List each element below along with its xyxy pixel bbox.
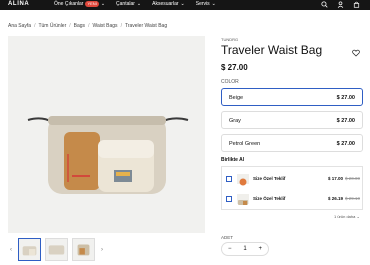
thumbnail-1[interactable] — [18, 238, 41, 261]
breadcrumb-separator: / — [120, 23, 122, 29]
chevron-down-icon: ⌄ — [180, 1, 185, 7]
nav-item-featured[interactable]: Öne Çıkanlar YENİ ⌄ — [54, 1, 105, 7]
thumbnail-bag-image — [22, 246, 37, 256]
breadcrumb-separator: / — [34, 23, 36, 29]
quantity-value[interactable]: 1 — [243, 246, 246, 252]
color-option-petrol-green[interactable]: Petrol Green $ 27.00 — [221, 134, 363, 152]
nav-item-label: Servis — [195, 1, 210, 7]
user-icon[interactable] — [337, 1, 344, 8]
breadcrumb: Ana Sayfa / Tüm Ürünler / Bags / Waist Bags… — [8, 23, 167, 29]
breadcrumb-waist-bags[interactable]: Waist Bags — [92, 23, 117, 29]
breadcrumb-bags[interactable]: Bags — [74, 23, 85, 29]
thumbnail-3[interactable] — [72, 238, 95, 261]
color-option-gray[interactable]: Gray $ 27.00 — [221, 111, 363, 129]
product-title: Traveler Waist Bag — [221, 43, 323, 57]
header-icons — [321, 1, 360, 8]
product-brand[interactable]: TUNDRG — [221, 37, 238, 42]
product-price: $ 27.00 — [221, 63, 248, 72]
bundle-item-price: $ 17.00 — [328, 176, 344, 181]
quantity-stepper: − 1 + — [221, 242, 269, 256]
bundle-item-image — [237, 174, 249, 186]
bundle-row: Size Özel Teklif $ 26.19 $ 29.10 — [222, 189, 364, 209]
quantity-plus-button[interactable]: + — [259, 246, 263, 252]
search-icon[interactable] — [321, 1, 328, 8]
color-option-name: Petrol Green — [229, 141, 261, 147]
bundle-checkbox[interactable] — [226, 176, 232, 182]
top-navigation-bar: ALİNA Öne Çıkanlar YENİ ⌄ Çantalar ⌄ Aks… — [0, 0, 370, 10]
breadcrumb-separator: / — [88, 23, 90, 29]
bundle-item-image — [237, 194, 249, 205]
show-more-link[interactable]: 1 ürün daha ⌄ — [334, 214, 360, 219]
nav-item-label: Aksesuarlar — [152, 1, 179, 7]
chevron-down-icon: ⌄ — [100, 1, 106, 7]
color-option-beige[interactable]: Beige $ 27.00 — [221, 88, 363, 106]
logo[interactable]: ALİNA — [8, 1, 29, 7]
heart-icon[interactable] — [352, 44, 360, 57]
color-option-name: Beige — [229, 95, 244, 101]
nav-item-label: Çantalar — [116, 1, 135, 7]
quantity-label: ADET — [221, 235, 234, 240]
breadcrumb-all-products[interactable]: Tüm Ürünler — [38, 23, 66, 29]
bundle-item-name[interactable]: Size Özel Teklif — [253, 176, 285, 181]
nav-item-label: Öne Çıkanlar — [54, 1, 84, 7]
breadcrumb-separator: / — [69, 23, 71, 29]
bag-icon[interactable] — [353, 1, 360, 8]
bundle-checkbox[interactable] — [226, 196, 232, 202]
nav-item-bags[interactable]: Çantalar ⌄ — [116, 1, 141, 7]
bundle-label: Birlikte Al — [221, 157, 245, 163]
new-badge: YENİ — [85, 1, 99, 7]
bundle-row: Size Özel Teklif $ 17.00 $ 20.00 — [222, 169, 364, 189]
thumbnail-2[interactable] — [45, 238, 68, 261]
product-main-image[interactable] — [8, 36, 205, 233]
bundle-box: Size Özel Teklif $ 17.00 $ 20.00 Size Öz… — [221, 166, 363, 210]
chevron-right-icon[interactable]: › — [99, 247, 105, 253]
chevron-left-icon[interactable]: ‹ — [8, 247, 14, 253]
breadcrumb-home[interactable]: Ana Sayfa — [8, 23, 31, 29]
chevron-down-icon: ⌄ — [211, 1, 216, 7]
color-option-price: $ 27.00 — [336, 118, 355, 124]
bundle-item-old-price: $ 29.10 — [345, 196, 361, 201]
thumbnail-bag-image — [48, 245, 65, 255]
color-option-name: Gray — [229, 118, 241, 124]
breadcrumb-current: Traveler Waist Bag — [124, 23, 168, 29]
color-option-price: $ 27.00 — [336, 95, 355, 101]
waist-bag-illustration — [27, 116, 189, 194]
bundle-item-name[interactable]: Size Özel Teklif — [253, 196, 285, 201]
nav-item-service[interactable]: Servis ⌄ — [196, 1, 216, 7]
main-nav: Öne Çıkanlar YENİ ⌄ Çantalar ⌄ Aksesuarl… — [54, 1, 216, 7]
quantity-minus-button[interactable]: − — [228, 246, 232, 252]
bundle-item-old-price: $ 20.00 — [345, 176, 361, 181]
chevron-down-icon: ⌄ — [136, 1, 142, 7]
color-label: COLOR — [221, 79, 239, 85]
thumbnail-bag-image — [77, 244, 90, 256]
nav-item-accessories[interactable]: Aksesuarlar ⌄ — [152, 1, 185, 7]
color-option-price: $ 27.00 — [336, 141, 355, 147]
thumbnail-strip: ‹ › — [8, 238, 105, 261]
bundle-item-price: $ 26.19 — [328, 196, 344, 201]
